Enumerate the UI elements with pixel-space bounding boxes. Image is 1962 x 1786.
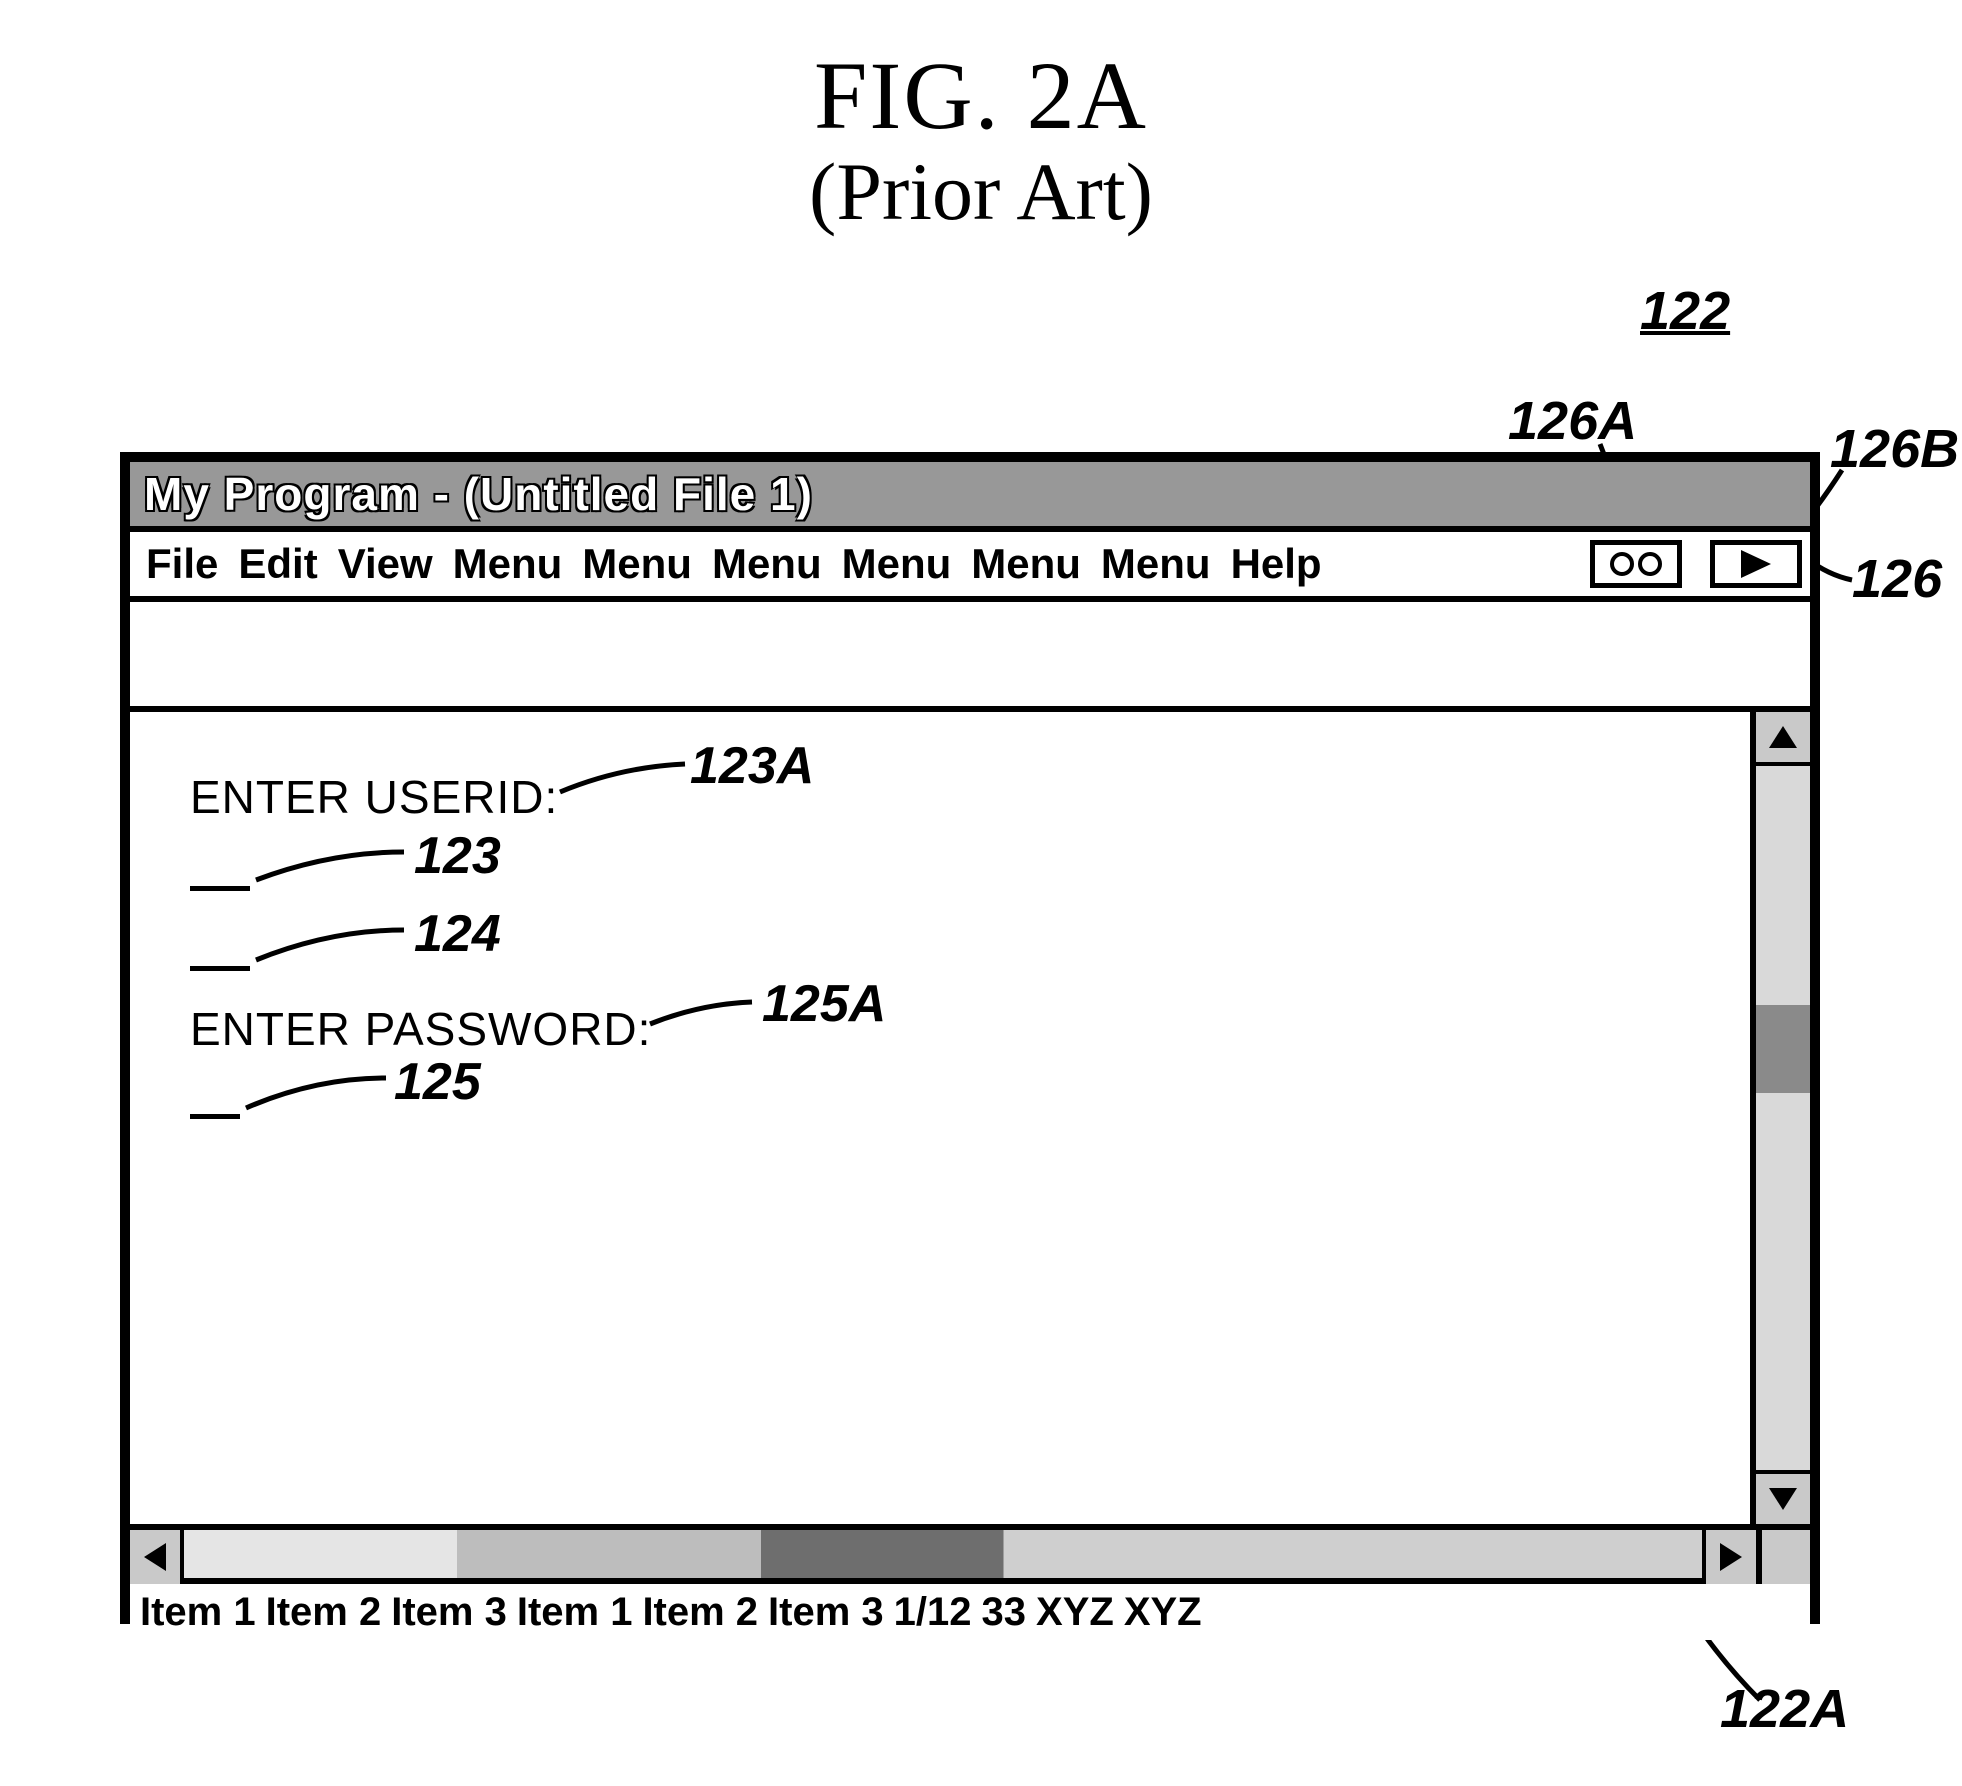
menu-view[interactable]: View: [330, 540, 441, 588]
chevron-up-icon: [1769, 726, 1797, 748]
scroll-down-button[interactable]: [1756, 1470, 1810, 1524]
horizontal-scrollbar[interactable]: [130, 1530, 1756, 1578]
app-window: My Program - (Untitled File 1) File Edit…: [120, 452, 1820, 1624]
callout-125A: 125A: [762, 974, 886, 1034]
menu-generic-5[interactable]: Menu: [963, 540, 1089, 588]
chevron-left-icon: [144, 1543, 166, 1571]
figure-subtitle: (Prior Art): [0, 145, 1962, 239]
horizontal-scrollbar-row: [130, 1524, 1810, 1578]
status-item: Item 3: [391, 1590, 517, 1635]
callout-126A: 126A: [1508, 390, 1637, 452]
callout-124: 124: [414, 904, 501, 964]
userid-input[interactable]: [190, 886, 250, 891]
status-item: Item 2: [642, 1590, 768, 1635]
client-row: ENTER USERID: 123A 123 124 ENTER PASSWOR…: [130, 712, 1810, 1524]
figure-number: FIG. 2A: [0, 40, 1962, 151]
status-xyz: XYZ: [1124, 1590, 1212, 1635]
callout-123: 123: [414, 826, 501, 886]
callout-123A: 123A: [690, 736, 814, 796]
status-page: 1/12: [894, 1590, 982, 1635]
userid-label: ENTER USERID:: [190, 770, 558, 824]
callout-122A: 122A: [1720, 1678, 1849, 1740]
vscroll-track[interactable]: [1756, 766, 1810, 1470]
callout-126: 126: [1852, 548, 1942, 610]
client-area: ENTER USERID: 123A 123 124 ENTER PASSWOR…: [130, 712, 1756, 1524]
menu-edit[interactable]: Edit: [230, 540, 325, 588]
toolbar-area: [130, 602, 1810, 712]
menu-file[interactable]: File: [138, 540, 226, 588]
menu-generic-2[interactable]: Menu: [574, 540, 700, 588]
scroll-left-button[interactable]: [130, 1530, 184, 1584]
scroll-up-button[interactable]: [1756, 712, 1810, 766]
scrollbar-corner: [1756, 1530, 1810, 1584]
menu-generic-6[interactable]: Menu: [1093, 540, 1219, 588]
status-item: Item 2: [266, 1590, 392, 1635]
status-item: Item 1: [140, 1590, 266, 1635]
password-label: ENTER PASSWORD:: [190, 1002, 651, 1056]
status-count: 33: [982, 1590, 1037, 1635]
window-title: My Program - (Untitled File 1): [144, 467, 813, 521]
menubar: File Edit View Menu Menu Menu Menu Menu …: [130, 532, 1810, 602]
callout-125: 125: [394, 1052, 481, 1112]
callout-122: 122: [1640, 280, 1730, 342]
password-input[interactable]: [190, 1114, 240, 1119]
titlebar[interactable]: My Program - (Untitled File 1): [130, 462, 1810, 532]
chevron-right-icon: [1720, 1543, 1742, 1571]
figure-title-block: FIG. 2A (Prior Art): [0, 40, 1962, 239]
statusbar: Item 1 Item 2 Item 3 Item 1 Item 2 Item …: [130, 1578, 1810, 1640]
vertical-scrollbar[interactable]: [1756, 712, 1810, 1524]
toolbar-button-record-icon[interactable]: [1590, 540, 1682, 588]
chevron-down-icon: [1769, 1488, 1797, 1510]
extra-input[interactable]: [190, 966, 250, 971]
menu-help[interactable]: Help: [1223, 540, 1330, 588]
scroll-right-button[interactable]: [1702, 1530, 1756, 1584]
callout-126B: 126B: [1830, 418, 1959, 480]
hscroll-track[interactable]: [184, 1530, 1702, 1578]
toolbar-button-play-icon[interactable]: [1710, 540, 1802, 588]
menu-generic-3[interactable]: Menu: [704, 540, 830, 588]
menu-generic-4[interactable]: Menu: [834, 540, 960, 588]
play-icon: [1741, 550, 1771, 578]
vscroll-thumb[interactable]: [1756, 1005, 1810, 1093]
circle-icon: [1638, 552, 1662, 576]
status-item: Item 1: [517, 1590, 643, 1635]
status-item: Item 3: [768, 1590, 894, 1635]
circle-icon: [1610, 552, 1634, 576]
status-xyz: XYZ: [1036, 1590, 1124, 1635]
menu-generic-1[interactable]: Menu: [445, 540, 571, 588]
